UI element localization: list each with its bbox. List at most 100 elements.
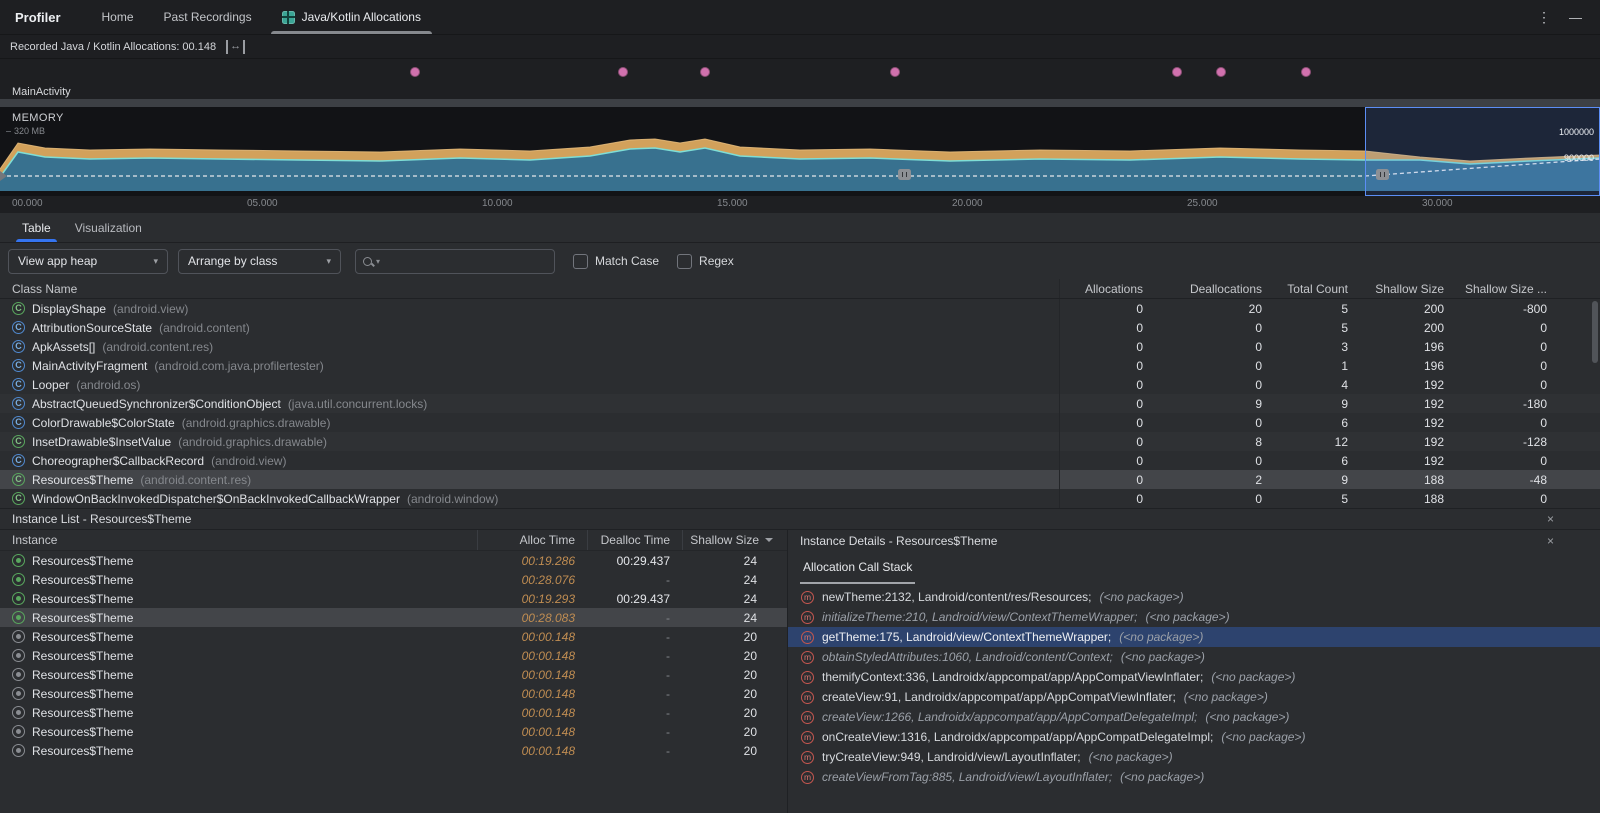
column-deallocations[interactable]: Deallocations bbox=[1143, 282, 1262, 296]
kebab-menu-icon[interactable]: ⋮ bbox=[1537, 9, 1551, 26]
column-allocations[interactable]: Allocations bbox=[1060, 282, 1143, 296]
call-stack-frame[interactable]: minitializeTheme:210, Landroid/view/Cont… bbox=[788, 607, 1600, 627]
class-table-row[interactable]: CLooper(android.os)0041920 bbox=[0, 375, 1600, 394]
class-table-row[interactable]: CApkAssets[](android.content.res)0031960 bbox=[0, 337, 1600, 356]
column-instance[interactable]: Instance bbox=[0, 530, 477, 550]
minimize-icon[interactable]: — bbox=[1569, 10, 1582, 25]
titlebar-tab-java-kotlin-allocations[interactable]: Java/Kotlin Allocations bbox=[267, 0, 436, 34]
class-table-row[interactable]: CAbstractQueuedSynchronizer$ConditionObj… bbox=[0, 394, 1600, 413]
call-stack-frame[interactable]: mnewTheme:2132, Landroid/content/res/Res… bbox=[788, 587, 1600, 607]
instance-name: Resources$Theme bbox=[32, 725, 133, 739]
range-handle-right[interactable] bbox=[1376, 169, 1389, 180]
column-dealloc-time[interactable]: Dealloc Time bbox=[587, 530, 682, 550]
instance-details-header: Instance Details - Resources$Theme × bbox=[788, 530, 1600, 551]
allocation-event-dot[interactable] bbox=[1301, 67, 1311, 77]
search-field[interactable]: ▾ bbox=[355, 249, 555, 274]
shallow-size-value: 192 bbox=[1348, 378, 1444, 392]
memory-timeline-chart[interactable]: 1000000 900000 MEMORY 320 MB bbox=[0, 107, 1600, 196]
column-shallow-size-remaining[interactable]: Shallow Size ... bbox=[1444, 282, 1547, 296]
deallocations-value: 20 bbox=[1143, 302, 1262, 316]
call-stack-frame[interactable]: monCreateView:1316, Landroidx/appcompat/… bbox=[788, 727, 1600, 747]
class-table-row[interactable]: CDisplayShape(android.view)0205200-800 bbox=[0, 299, 1600, 318]
regex-checkbox[interactable]: Regex bbox=[677, 254, 734, 269]
dealloc-time-value: - bbox=[587, 725, 682, 739]
class-name: Resources$Theme bbox=[32, 473, 133, 487]
class-table-row[interactable]: CAttributionSourceState(android.content)… bbox=[0, 318, 1600, 337]
class-table-row[interactable]: CResources$Theme(android.content.res)029… bbox=[0, 470, 1600, 489]
instance-row[interactable]: Resources$Theme00:00.148-20 bbox=[0, 684, 787, 703]
instance-name-cell: Resources$Theme bbox=[0, 687, 477, 701]
table-toolbar: View app heap ▾ Arrange by class ▾ ▾ Mat… bbox=[0, 243, 1600, 279]
instance-row[interactable]: Resources$Theme00:00.148-20 bbox=[0, 722, 787, 741]
instance-row[interactable]: Resources$Theme00:00.148-20 bbox=[0, 741, 787, 760]
allocation-event-dot[interactable] bbox=[1216, 67, 1226, 77]
call-stack-frame[interactable]: mcreateView:1266, Landroidx/appcompat/ap… bbox=[788, 707, 1600, 727]
class-name: MainActivityFragment bbox=[32, 359, 147, 373]
total-count-value: 5 bbox=[1262, 492, 1348, 506]
frame-package: (<no package>) bbox=[1221, 730, 1305, 744]
deallocations-value: 0 bbox=[1143, 492, 1262, 506]
match-case-checkbox[interactable]: Match Case bbox=[573, 254, 659, 269]
match-case-label: Match Case bbox=[595, 254, 659, 268]
heap-select[interactable]: View app heap ▾ bbox=[8, 249, 168, 274]
activity-lifeline-bar[interactable] bbox=[0, 99, 1600, 107]
vertical-scrollbar-thumb[interactable] bbox=[1592, 301, 1598, 363]
column-total-count[interactable]: Total Count bbox=[1262, 282, 1348, 296]
class-table-row[interactable]: CColorDrawable$ColorState(android.graphi… bbox=[0, 413, 1600, 432]
call-stack-frame[interactable]: mgetTheme:175, Landroid/view/ContextThem… bbox=[788, 627, 1600, 647]
class-table-row[interactable]: CChoreographer$CallbackRecord(android.vi… bbox=[0, 451, 1600, 470]
timeline-selection-region[interactable]: 1000000 900000 bbox=[1365, 107, 1600, 196]
class-table-row[interactable]: CInsetDrawable$InsetValue(android.graphi… bbox=[0, 432, 1600, 451]
close-icon[interactable]: × bbox=[1547, 512, 1554, 526]
allocation-event-dot[interactable] bbox=[890, 67, 900, 77]
titlebar-tab-past-recordings[interactable]: Past Recordings bbox=[149, 0, 267, 34]
shallow-size-remaining-value: 0 bbox=[1444, 359, 1547, 373]
instance-row[interactable]: Resources$Theme00:00.148-20 bbox=[0, 627, 787, 646]
instance-row[interactable]: Resources$Theme00:19.28600:29.43724 bbox=[0, 551, 787, 570]
titlebar-tab-home[interactable]: Home bbox=[87, 0, 149, 34]
playhead-marker[interactable] bbox=[0, 171, 7, 181]
shallow-size-value: 192 bbox=[1348, 397, 1444, 411]
class-package: (android.content.res) bbox=[102, 340, 213, 354]
call-stack-frame[interactable]: mthemifyContext:336, Landroidx/appcompat… bbox=[788, 667, 1600, 687]
range-handle-left[interactable] bbox=[898, 169, 911, 180]
allocation-event-dot[interactable] bbox=[1172, 67, 1182, 77]
tab-allocation-call-stack[interactable]: Allocation Call Stack bbox=[800, 560, 915, 584]
instance-row[interactable]: Resources$Theme00:00.148-20 bbox=[0, 646, 787, 665]
shallow-size-remaining-value: 0 bbox=[1444, 378, 1547, 392]
call-stack-frame[interactable]: mobtainStyledAttributes:1060, Landroid/c… bbox=[788, 647, 1600, 667]
instance-name-cell: Resources$Theme bbox=[0, 573, 477, 587]
instance-name-cell: Resources$Theme bbox=[0, 630, 477, 644]
call-stack-frame[interactable]: mcreateViewFromTag:885, Landroid/view/La… bbox=[788, 767, 1600, 787]
instance-row[interactable]: Resources$Theme00:19.29300:29.43724 bbox=[0, 589, 787, 608]
allocation-event-dot[interactable] bbox=[700, 67, 710, 77]
instance-row[interactable]: Resources$Theme00:28.076-24 bbox=[0, 570, 787, 589]
titlebar-tabs: HomePast RecordingsJava/Kotlin Allocatio… bbox=[87, 0, 436, 34]
instance-row[interactable]: Resources$Theme00:00.148-20 bbox=[0, 703, 787, 722]
shallow-size-value: 20 bbox=[682, 706, 787, 720]
column-alloc-time[interactable]: Alloc Time bbox=[477, 530, 587, 550]
instance-row[interactable]: Resources$Theme00:28.083-24 bbox=[0, 608, 787, 627]
allocation-event-dot[interactable] bbox=[410, 67, 420, 77]
class-table-row[interactable]: CWindowOnBackInvokedDispatcher$OnBackInv… bbox=[0, 489, 1600, 508]
zoom-to-fit-button[interactable]: ↔ bbox=[226, 40, 245, 54]
tab-visualization[interactable]: Visualization bbox=[65, 213, 152, 242]
arrange-select[interactable]: Arrange by class ▾ bbox=[178, 249, 341, 274]
dealloc-time-value: - bbox=[587, 668, 682, 682]
dealloc-time-value: - bbox=[587, 744, 682, 758]
allocation-event-dot[interactable] bbox=[618, 67, 628, 77]
column-shallow-size-sorted[interactable]: Shallow Size bbox=[682, 530, 787, 550]
class-table-row[interactable]: CMainActivityFragment(android.com.java.p… bbox=[0, 356, 1600, 375]
call-stack-frame[interactable]: mcreateView:91, Landroidx/appcompat/app/… bbox=[788, 687, 1600, 707]
frame-package: (<no package>) bbox=[1205, 710, 1289, 724]
tab-table[interactable]: Table bbox=[12, 213, 61, 242]
column-class-name[interactable]: Class Name bbox=[0, 279, 1060, 298]
call-stack-frame[interactable]: mtryCreateView:949, Landroid/view/Layout… bbox=[788, 747, 1600, 767]
instance-icon bbox=[12, 630, 25, 643]
instance-list-columns: Instance Alloc Time Dealloc Time Shallow… bbox=[0, 530, 787, 551]
search-input[interactable] bbox=[384, 254, 547, 268]
instance-row[interactable]: Resources$Theme00:00.148-20 bbox=[0, 665, 787, 684]
column-shallow-size[interactable]: Shallow Size bbox=[1348, 282, 1444, 296]
close-icon[interactable]: × bbox=[1547, 534, 1554, 548]
alloc-time-value: 00:00.148 bbox=[477, 649, 587, 663]
